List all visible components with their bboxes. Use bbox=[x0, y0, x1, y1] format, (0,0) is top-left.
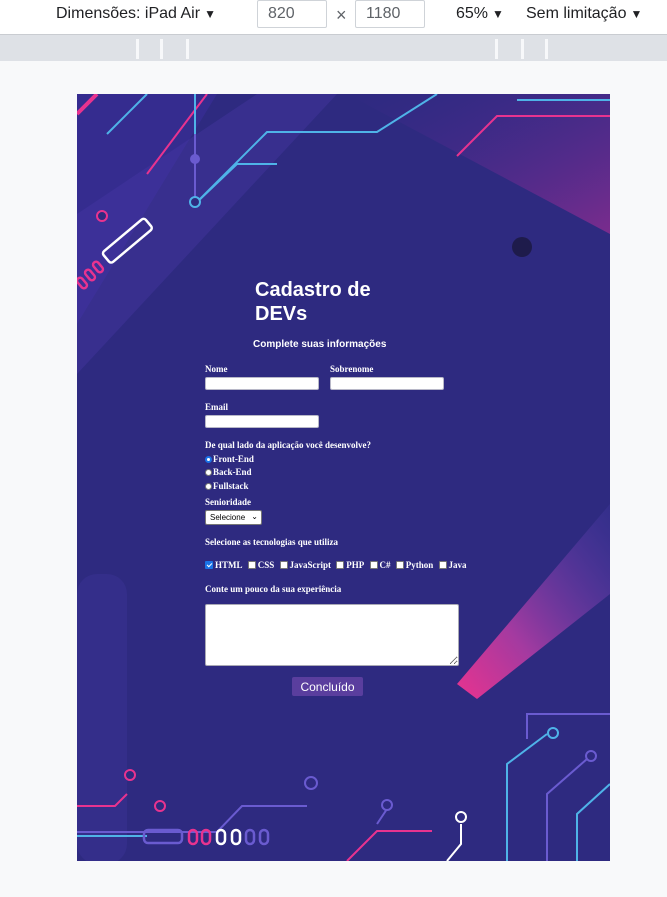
radio-front-end[interactable]: Front-End bbox=[205, 454, 254, 464]
checkbox[interactable] bbox=[395, 561, 404, 569]
tech-label: PHP bbox=[346, 560, 365, 570]
chevron-down-icon: ▼ bbox=[492, 7, 504, 21]
throttle-select[interactable]: Sem limitação ▼ bbox=[526, 5, 642, 23]
email-input[interactable] bbox=[205, 415, 319, 428]
ruler-tick bbox=[136, 39, 139, 59]
tech-label: JavaScript bbox=[289, 560, 332, 570]
tech-html[interactable]: HTML bbox=[205, 560, 243, 570]
seniority-select-value: Selecione bbox=[210, 513, 246, 522]
email-label: Email bbox=[205, 402, 229, 412]
tech-java[interactable]: Java bbox=[438, 560, 467, 570]
side-question-label: De qual lado da aplicação você desenvolv… bbox=[205, 440, 371, 450]
radio-label: Fullstack bbox=[213, 481, 249, 491]
device-viewport: Cadastro de DEVs Complete suas informaçõ… bbox=[77, 94, 610, 861]
checkbox[interactable] bbox=[438, 561, 447, 569]
throttle-label: Sem limitação bbox=[526, 5, 627, 22]
radio-label: Back-End bbox=[213, 467, 252, 477]
media-query-ruler[interactable] bbox=[0, 34, 667, 61]
chevron-down-icon: ▼ bbox=[630, 7, 643, 21]
radio-button-selected[interactable] bbox=[205, 456, 212, 463]
width-input[interactable] bbox=[257, 0, 327, 28]
last-name-input[interactable] bbox=[330, 377, 444, 390]
radio-button[interactable] bbox=[205, 483, 212, 490]
tech-python[interactable]: Python bbox=[395, 560, 434, 570]
first-name-input[interactable] bbox=[205, 377, 319, 390]
tech-label: Python bbox=[405, 560, 434, 570]
zoom-select[interactable]: 65% ▼ bbox=[456, 5, 504, 23]
checkbox[interactable] bbox=[247, 561, 256, 569]
device-select-label: Dimensões: iPad Air bbox=[56, 5, 201, 22]
tech-css[interactable]: CSS bbox=[247, 560, 275, 570]
tech-question-label: Selecione as tecnologias que utiliza bbox=[205, 537, 338, 547]
radio-back-end[interactable]: Back-End bbox=[205, 467, 252, 477]
seniority-select[interactable]: Selecione ⌄ bbox=[205, 510, 262, 525]
checkbox[interactable] bbox=[336, 561, 345, 569]
ruler-tick bbox=[495, 39, 498, 59]
tech-javascript[interactable]: JavaScript bbox=[279, 560, 332, 570]
ruler-tick bbox=[160, 39, 163, 59]
radio-button[interactable] bbox=[205, 469, 212, 476]
ruler-tick bbox=[186, 39, 189, 59]
chevron-down-icon: ⌄ bbox=[251, 512, 258, 521]
times-icon: × bbox=[336, 5, 347, 25]
tech-php[interactable]: PHP bbox=[336, 560, 364, 570]
first-name-label: Nome bbox=[205, 364, 228, 374]
zoom-label: 65% bbox=[456, 5, 489, 22]
radio-label: Front-End bbox=[213, 454, 254, 464]
page-title: Cadastro de DEVs bbox=[255, 279, 371, 325]
checkbox[interactable] bbox=[279, 561, 288, 569]
technology-checkboxes: HTML CSS JavaScript PHP C# Python Java bbox=[205, 560, 470, 570]
chevron-down-icon: ▼ bbox=[204, 7, 216, 21]
page-subtitle: Complete suas informações bbox=[253, 339, 387, 350]
checkbox[interactable] bbox=[369, 561, 378, 569]
tech-label: C# bbox=[379, 560, 391, 570]
height-input[interactable] bbox=[355, 0, 425, 28]
last-name-label: Sobrenome bbox=[330, 364, 374, 374]
submit-button[interactable]: Concluído bbox=[292, 677, 363, 696]
tech-label: Java bbox=[448, 560, 467, 570]
tech-csharp[interactable]: C# bbox=[369, 560, 391, 570]
checkbox-checked[interactable] bbox=[205, 561, 213, 569]
tech-label: HTML bbox=[215, 560, 243, 570]
experience-label: Conte um pouco da sua experiência bbox=[205, 584, 342, 594]
tech-label: CSS bbox=[257, 560, 275, 570]
device-select[interactable]: Dimensões: iPad Air ▼ bbox=[56, 5, 216, 23]
ruler-tick bbox=[545, 39, 548, 59]
circuit-background bbox=[77, 94, 610, 861]
device-toolbar: Dimensões: iPad Air▼ × 65%▼ Sem limitaçã… bbox=[0, 0, 667, 34]
experience-textarea[interactable] bbox=[205, 604, 459, 666]
ruler-tick bbox=[521, 39, 524, 59]
seniority-label: Senioridade bbox=[205, 497, 252, 507]
radio-fullstack[interactable]: Fullstack bbox=[205, 481, 249, 491]
